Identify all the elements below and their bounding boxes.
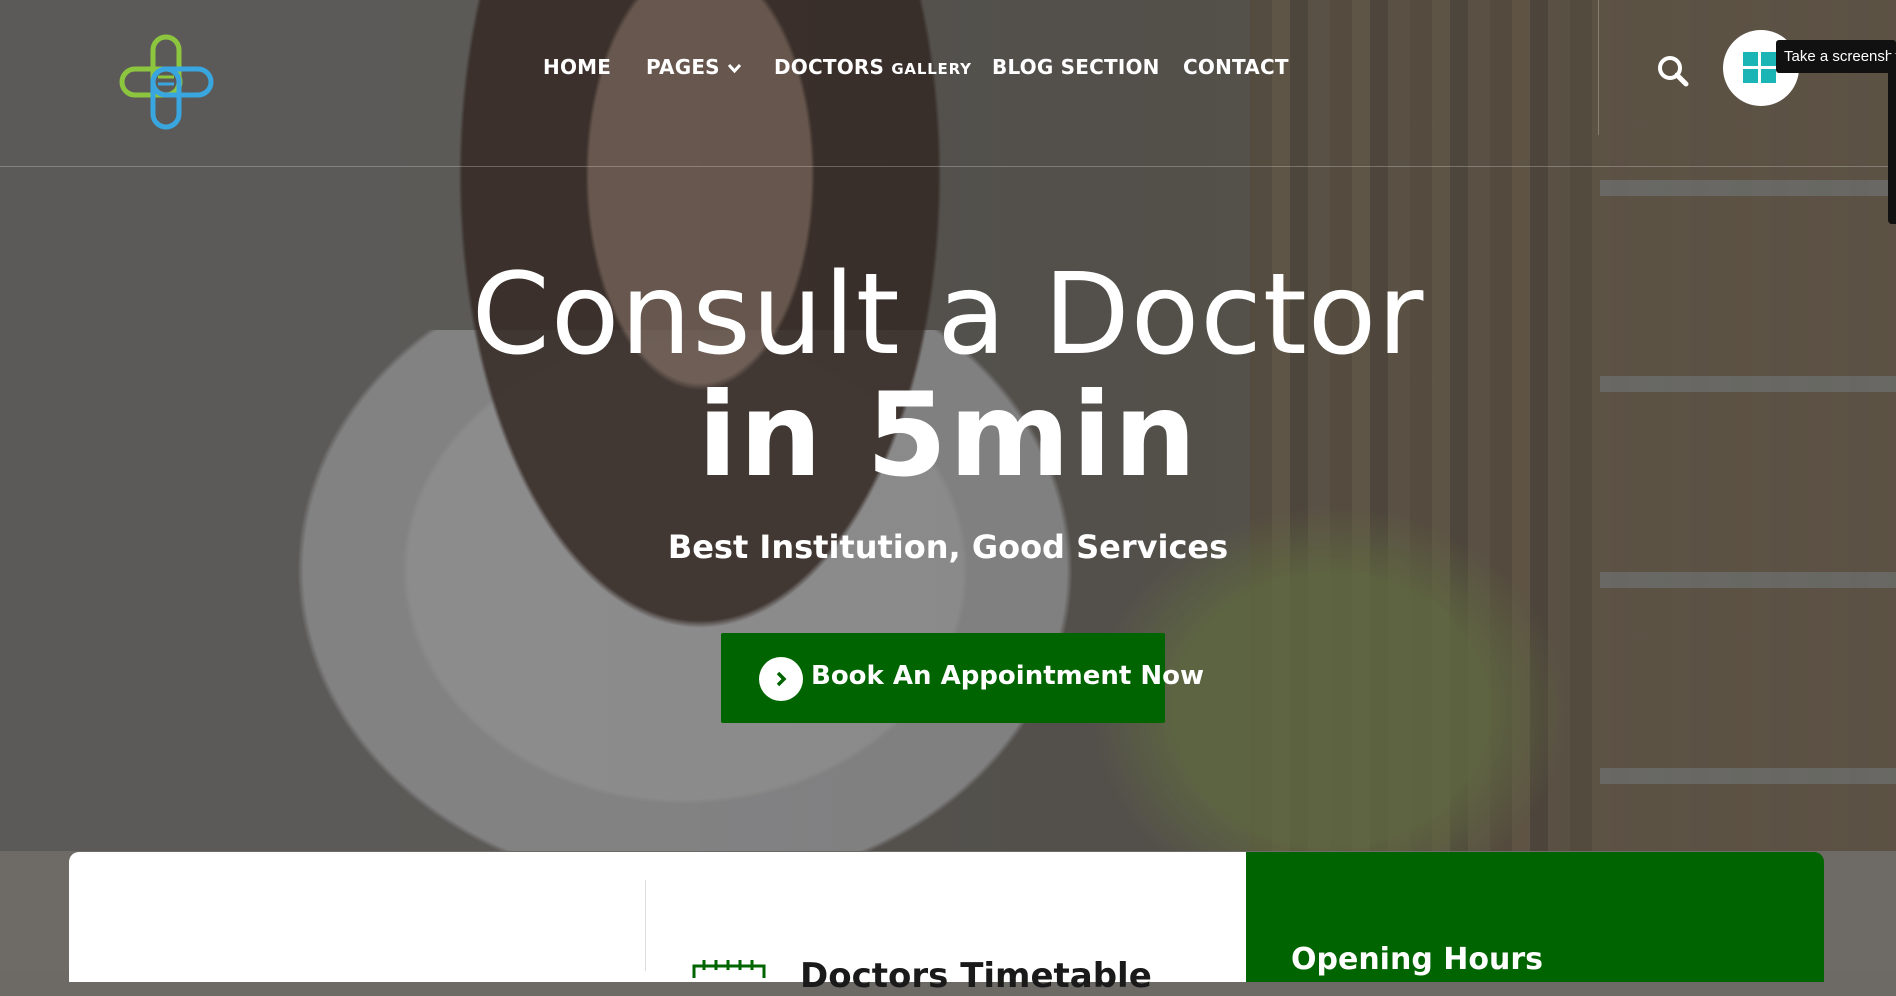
hero-subtitle: Best Institution, Good Services [667, 528, 1229, 566]
hero-title-line2: in 5min [697, 368, 1199, 503]
side-panel-tab[interactable] [1888, 54, 1896, 224]
book-appointment-button[interactable]: Book An Appointment Now [721, 633, 1204, 723]
nav-pages-label: PAGES [646, 55, 720, 79]
cta-label: Book An Appointment Now [811, 661, 1204, 691]
hero-title-line1: Consult a Doctor [471, 250, 1425, 380]
calendar-icon [692, 960, 766, 978]
site-header: HOME PAGES DOCTORS GALLERY BLOG SECTION … [0, 0, 1896, 224]
nav-home[interactable]: HOME [543, 55, 611, 79]
opening-hours-heading: Opening Hours [1291, 942, 1543, 977]
chevron-right-icon [776, 671, 787, 687]
nav-gallery-label: GALLERY [891, 60, 972, 78]
header-divider [1598, 0, 1599, 135]
nav-blog-section[interactable]: BLOG SECTION [992, 55, 1160, 79]
cta-arrow-circle [759, 657, 803, 701]
hero-section: HOME PAGES DOCTORS GALLERY BLOG SECTION … [0, 0, 1896, 851]
nav-doctors-gallery[interactable]: DOCTORS GALLERY [774, 55, 972, 79]
nav-pages[interactable]: PAGES [646, 55, 741, 79]
nav-doctors-label: DOCTORS [774, 55, 885, 79]
doctors-timetable-heading: Doctors Timetable [800, 956, 1152, 996]
chevron-down-icon [727, 63, 741, 73]
search-icon[interactable] [1656, 54, 1690, 88]
clinic-logo-icon[interactable] [118, 32, 218, 132]
grid-icon [1743, 52, 1776, 83]
info-card-divider [645, 880, 646, 971]
screenshot-tooltip: Take a screenshot [1776, 40, 1896, 73]
nav-contact[interactable]: CONTACT [1183, 55, 1289, 79]
